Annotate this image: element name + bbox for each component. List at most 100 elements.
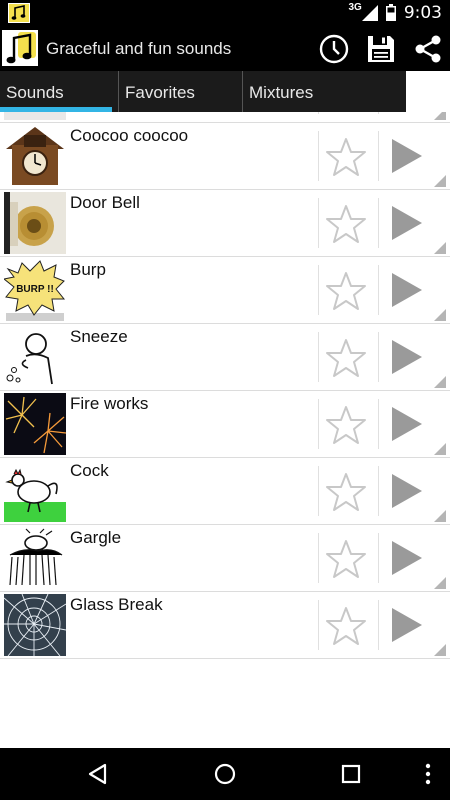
tab-mixtures[interactable]: Mixtures xyxy=(242,71,406,112)
play-button[interactable] xyxy=(390,137,424,175)
sound-row[interactable]: Fire works xyxy=(0,391,450,458)
sound-row[interactable]: Gargle xyxy=(0,525,450,592)
row-corner-indicator xyxy=(434,375,446,388)
tab-bar: Sounds Favorites Mixtures xyxy=(0,71,406,112)
row-divider xyxy=(378,265,379,315)
tab-favorites[interactable]: Favorites xyxy=(118,71,242,112)
sound-list[interactable]: Church bell Coocoo coocoo Door Bell BURP… xyxy=(0,112,450,748)
tab-sounds[interactable]: Sounds xyxy=(0,71,118,112)
row-divider xyxy=(378,466,379,516)
sound-label: Door Bell xyxy=(70,193,140,212)
play-icon xyxy=(392,206,422,240)
favorite-star-icon xyxy=(326,138,366,176)
row-divider xyxy=(378,112,379,114)
favorite-button[interactable] xyxy=(324,470,368,514)
favorite-button[interactable] xyxy=(324,202,368,246)
recents-button[interactable] xyxy=(335,758,367,790)
play-button[interactable] xyxy=(390,472,424,510)
home-button[interactable] xyxy=(209,758,241,790)
row-corner-indicator xyxy=(434,174,446,187)
row-divider xyxy=(378,332,379,382)
play-button[interactable] xyxy=(390,338,424,376)
sneeze-thumbnail xyxy=(4,326,66,388)
play-icon xyxy=(392,474,422,508)
action-bar: Graceful and fun sounds xyxy=(0,25,450,71)
play-icon xyxy=(392,608,422,642)
save-icon xyxy=(368,36,394,62)
play-button[interactable] xyxy=(390,271,424,309)
corner-indicator-icon xyxy=(434,577,446,589)
favorite-star-icon xyxy=(326,339,366,377)
row-divider xyxy=(318,533,319,583)
app-logo-icon xyxy=(2,30,38,66)
sound-label: Glass Break xyxy=(70,595,163,614)
row-divider xyxy=(378,533,379,583)
share-button[interactable] xyxy=(408,29,448,69)
row-divider xyxy=(318,131,319,181)
favorite-button[interactable] xyxy=(324,537,368,581)
back-button[interactable] xyxy=(82,758,114,790)
history-button[interactable] xyxy=(314,29,354,69)
favorite-button[interactable] xyxy=(324,604,368,648)
corner-indicator-icon xyxy=(434,175,446,187)
row-corner-indicator xyxy=(434,509,446,522)
row-divider xyxy=(318,600,319,650)
play-icon xyxy=(392,407,422,441)
sound-label: Sneeze xyxy=(70,327,128,346)
cuckoo-clock-thumbnail xyxy=(4,125,66,187)
corner-indicator-icon xyxy=(434,112,446,120)
favorite-button[interactable] xyxy=(324,336,368,380)
favorite-button[interactable] xyxy=(324,403,368,447)
signal-icon xyxy=(361,4,378,21)
row-divider xyxy=(318,198,319,248)
church-bell-thumbnail xyxy=(4,112,66,120)
row-corner-indicator xyxy=(434,576,446,589)
clock: 9:03 xyxy=(403,2,442,23)
sound-row[interactable]: Sneeze xyxy=(0,324,450,391)
fireworks-thumbnail xyxy=(4,393,66,455)
sound-row[interactable]: Glass Break xyxy=(0,592,450,659)
sound-row[interactable]: Door Bell xyxy=(0,190,450,257)
play-icon xyxy=(392,273,422,307)
sound-row[interactable]: Church bell xyxy=(0,112,450,123)
row-corner-indicator xyxy=(434,442,446,455)
sound-row[interactable]: Cock xyxy=(0,458,450,525)
music-notification-icon xyxy=(8,3,30,23)
row-corner-indicator xyxy=(434,112,446,120)
row-corner-indicator xyxy=(434,643,446,656)
play-button[interactable] xyxy=(390,539,424,577)
row-divider xyxy=(378,131,379,181)
corner-indicator-icon xyxy=(434,376,446,388)
play-button[interactable] xyxy=(390,606,424,644)
favorite-star-icon xyxy=(326,272,366,310)
overflow-menu-button[interactable] xyxy=(412,758,444,790)
row-corner-indicator xyxy=(434,308,446,321)
favorite-button[interactable] xyxy=(324,269,368,313)
row-divider xyxy=(318,399,319,449)
row-divider xyxy=(318,332,319,382)
sound-label: Burp xyxy=(70,260,106,279)
row-divider xyxy=(318,112,319,114)
status-bar: 3G 9:03 xyxy=(0,0,450,25)
play-icon xyxy=(392,340,422,374)
battery-icon xyxy=(385,4,396,21)
glass-break-thumbnail xyxy=(4,594,66,656)
tab-sounds-label: Sounds xyxy=(6,83,64,102)
play-button[interactable] xyxy=(390,405,424,443)
recents-icon xyxy=(341,764,361,784)
row-divider xyxy=(318,265,319,315)
favorite-button[interactable] xyxy=(324,135,368,179)
play-button[interactable] xyxy=(390,204,424,242)
sound-row[interactable]: BURP !! Burp xyxy=(0,257,450,324)
overflow-menu-icon xyxy=(425,763,431,785)
save-button[interactable] xyxy=(361,29,401,69)
back-icon xyxy=(88,763,107,785)
burp-thumbnail: BURP !! xyxy=(4,259,66,321)
row-corner-indicator xyxy=(434,241,446,254)
gargle-thumbnail xyxy=(4,527,66,589)
burp-thumb-text: BURP !! xyxy=(16,284,54,295)
share-icon xyxy=(415,35,441,63)
sound-row[interactable]: Coocoo coocoo xyxy=(0,123,450,190)
tab-favorites-label: Favorites xyxy=(125,83,195,102)
favorite-star-icon xyxy=(326,473,366,511)
